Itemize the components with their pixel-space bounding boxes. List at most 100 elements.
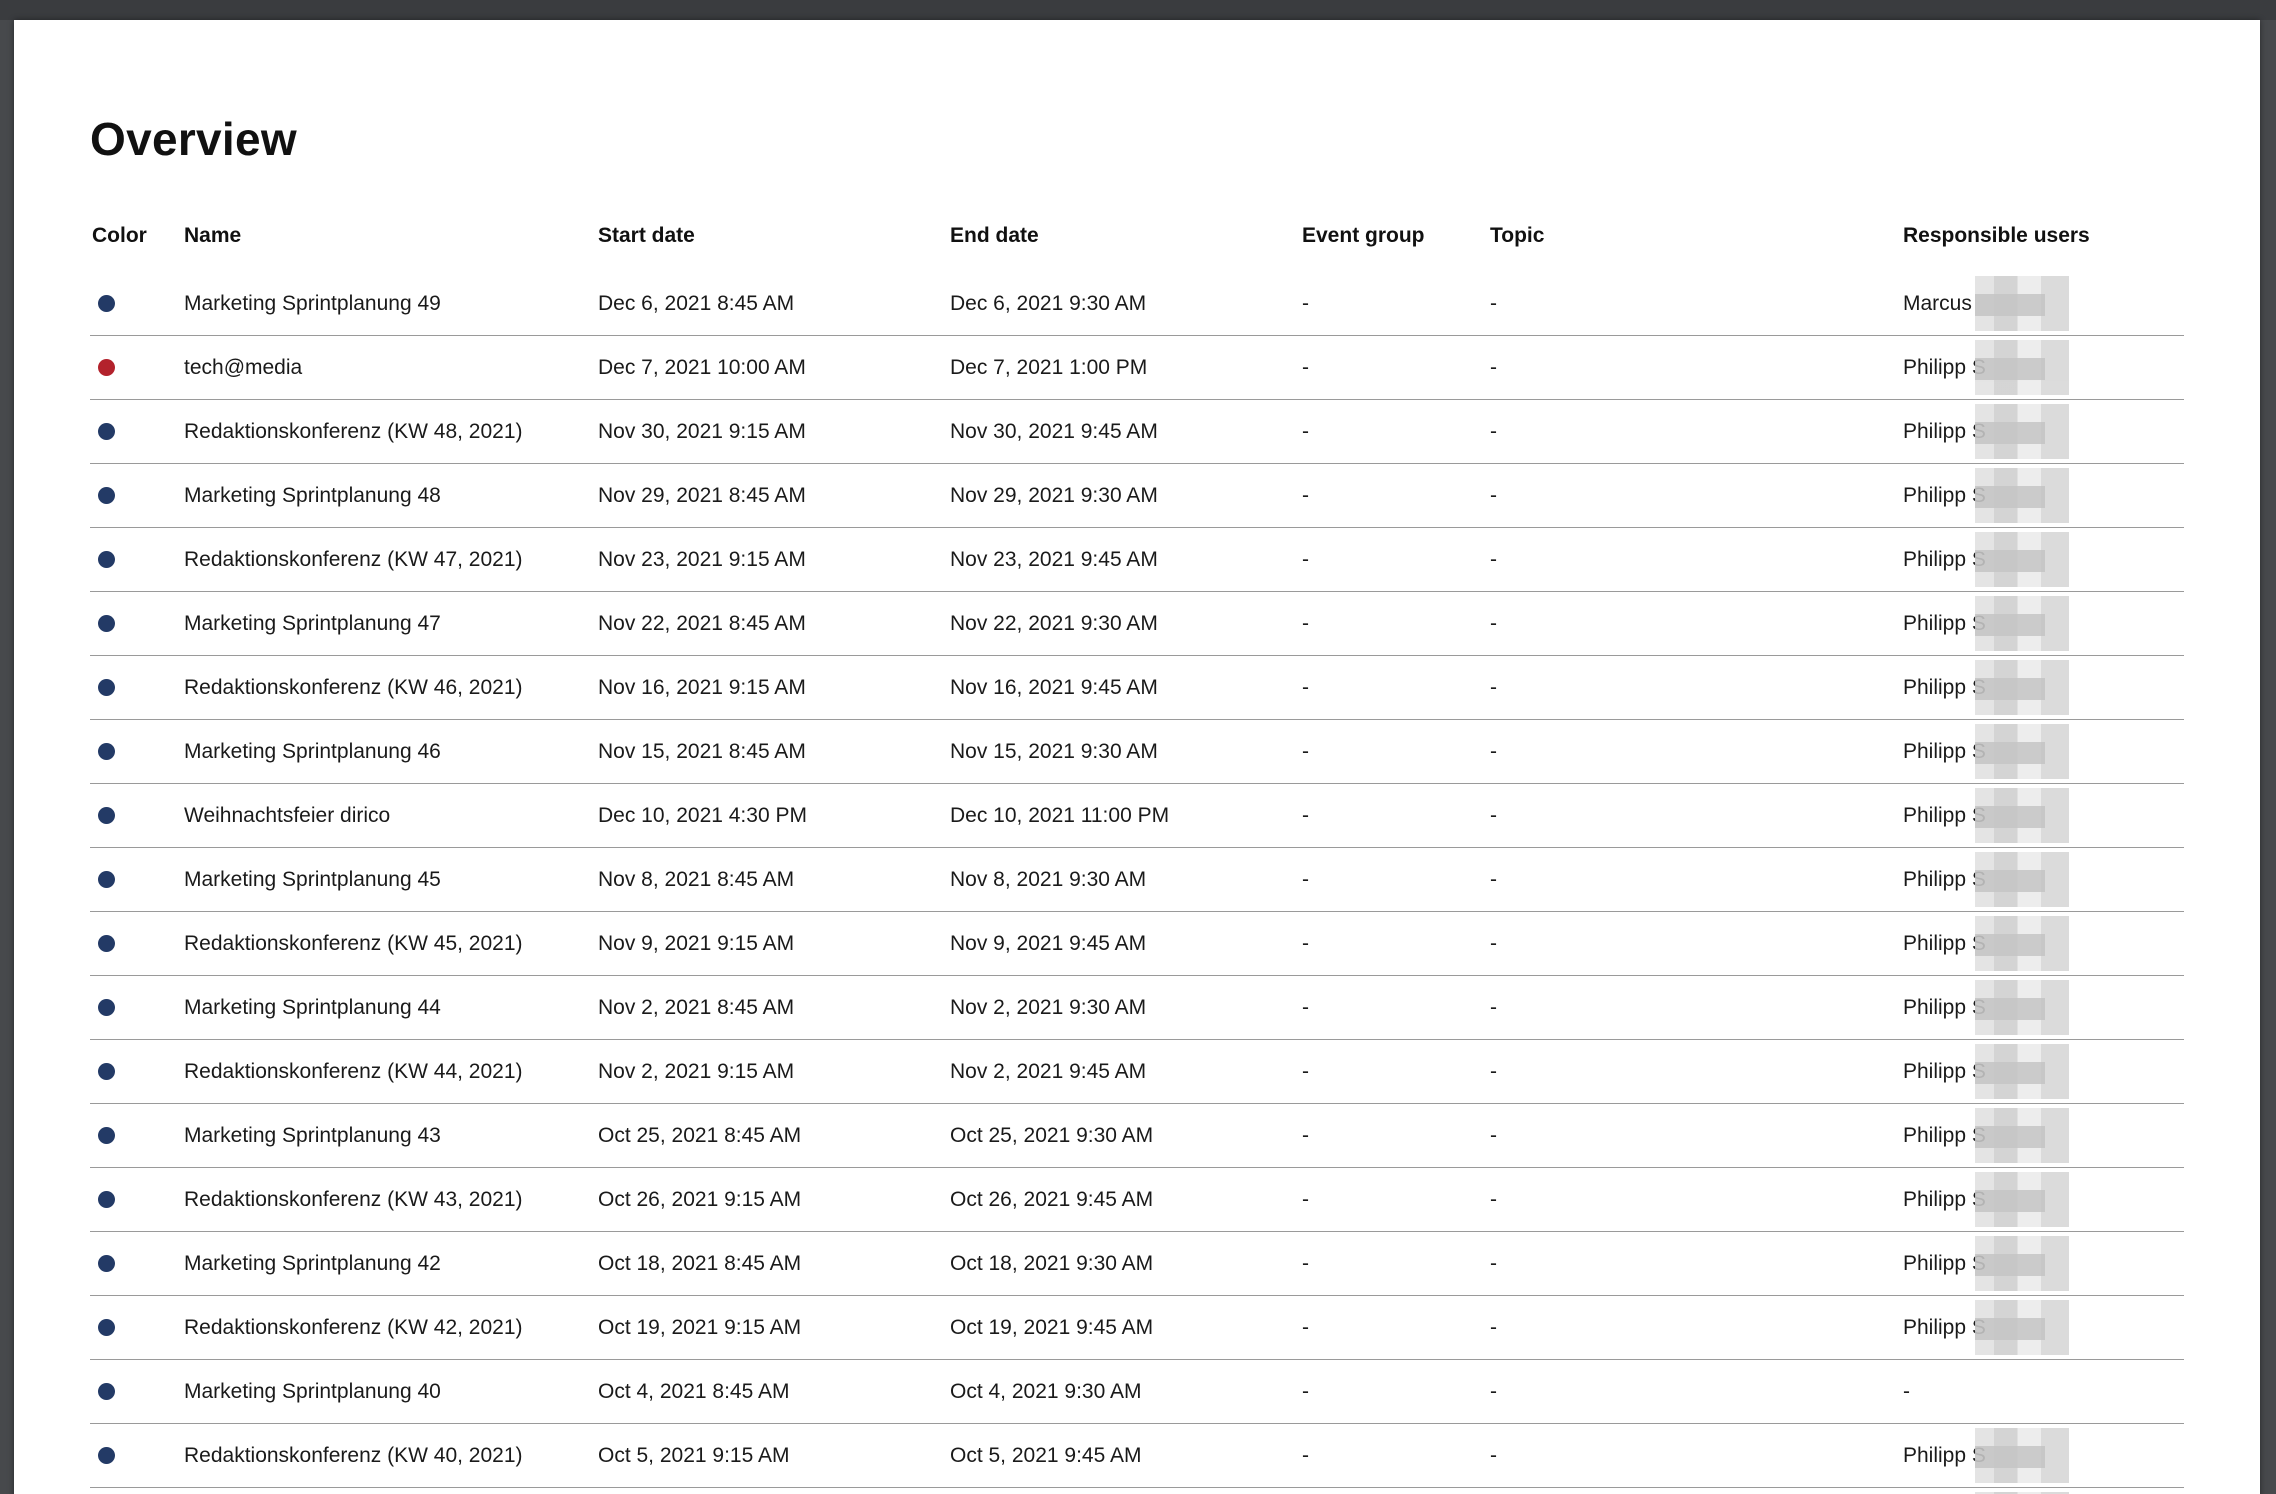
topic-cell: -: [1490, 1231, 1903, 1296]
topic-cell: -: [1490, 847, 1903, 912]
name-cell: Redaktionskonferenz (KW 46, 2021): [184, 655, 598, 720]
end-date-cell: Oct 19, 2021 9:45 AM: [950, 1295, 1302, 1360]
table-row: Marketing Sprintplanung 45 Nov 8, 2021 8:…: [90, 847, 2184, 912]
topic-cell: -: [1490, 975, 1903, 1040]
table-row: Redaktionskonferenz (KW 40, 2021) Oct 5, …: [90, 1423, 2184, 1488]
name-cell: Marketing Sprintplanung 44: [184, 975, 598, 1040]
event-group-cell: -: [1302, 1103, 1490, 1168]
table-row: Marketing Sprintplanung 43 Oct 25, 2021 8…: [90, 1103, 2184, 1168]
color-dot-icon: [98, 999, 115, 1017]
topic-cell: -: [1490, 1487, 1903, 1494]
name-cell: tech@media: [184, 335, 598, 400]
event-group-cell: -: [1302, 1231, 1490, 1296]
user-name: Philipp S: [1903, 739, 1986, 763]
start-date-cell: Oct 18, 2021 8:45 AM: [598, 1231, 950, 1296]
user-name: Philipp S: [1903, 483, 1986, 507]
table-row: Marketing Sprintplanung 38Sep 20, 2021 8…: [90, 1487, 2184, 1494]
name-cell: Marketing Sprintplanung 43: [184, 1103, 598, 1168]
event-group-cell: -: [1302, 527, 1490, 592]
redaction-blur: [1975, 980, 2069, 1035]
name-cell: Redaktionskonferenz (KW 48, 2021): [184, 399, 598, 464]
color-cell: [90, 335, 184, 400]
redaction-blur: [1975, 1300, 2069, 1355]
color-cell: [90, 1423, 184, 1488]
name-cell: Redaktionskonferenz (KW 40, 2021): [184, 1423, 598, 1488]
user-name: Philipp S: [1903, 547, 1986, 571]
topic-cell: -: [1490, 272, 1903, 336]
color-dot-icon: [98, 1383, 115, 1401]
color-dot-icon: [98, 487, 115, 505]
end-date-cell: Dec 10, 2021 11:00 PM: [950, 783, 1302, 848]
event-group-cell: -: [1302, 335, 1490, 400]
start-date-cell: Sep 20, 2021 8:45 AM: [598, 1487, 950, 1494]
color-cell: [90, 783, 184, 848]
end-date-cell: Dec 6, 2021 9:30 AM: [950, 272, 1302, 336]
color-cell: [90, 655, 184, 720]
name-cell: Redaktionskonferenz (KW 44, 2021): [184, 1039, 598, 1104]
user-name: Philipp S: [1903, 1123, 1986, 1147]
event-group-cell: -: [1302, 1359, 1490, 1424]
responsible-users-cell: Philipp S: [1903, 719, 2184, 784]
topic-cell: -: [1490, 1167, 1903, 1232]
color-cell: [90, 1295, 184, 1360]
color-dot-icon: [98, 1447, 115, 1465]
end-date-cell: Nov 30, 2021 9:45 AM: [950, 399, 1302, 464]
color-cell: [90, 1231, 184, 1296]
viewer-toolbar: [0, 0, 2276, 20]
topic-cell: -: [1490, 527, 1903, 592]
topic-cell: -: [1490, 1039, 1903, 1104]
table-row: Marketing Sprintplanung 44 Nov 2, 2021 8:…: [90, 975, 2184, 1040]
end-date-cell: Oct 5, 2021 9:45 AM: [950, 1423, 1302, 1488]
responsible-users-cell: Philipp S: [1903, 1039, 2184, 1104]
redaction-blur: [1975, 724, 2069, 779]
user-name: Marcus: [1903, 291, 1972, 315]
event-group-cell: -: [1302, 975, 1490, 1040]
color-dot-icon: [98, 359, 115, 377]
end-date-cell: Nov 23, 2021 9:45 AM: [950, 527, 1302, 592]
start-date-cell: Nov 16, 2021 9:15 AM: [598, 655, 950, 720]
name-cell: Redaktionskonferenz (KW 42, 2021): [184, 1295, 598, 1360]
responsible-users-cell: -: [1903, 1359, 2184, 1424]
start-date-cell: Oct 19, 2021 9:15 AM: [598, 1295, 950, 1360]
topic-cell: -: [1490, 463, 1903, 528]
responsible-users-cell: Philipp S: [1903, 655, 2184, 720]
table-row: Marketing Sprintplanung 48 Nov 29, 2021 8…: [90, 463, 2184, 528]
responsible-users-cell: Philipp S: [1903, 975, 2184, 1040]
color-dot-icon: [98, 423, 115, 441]
end-date-cell: Oct 26, 2021 9:45 AM: [950, 1167, 1302, 1232]
color-cell: [90, 1359, 184, 1424]
redaction-blur: [1975, 468, 2069, 523]
responsible-users-cell: Marcus: [1903, 272, 2184, 336]
end-date-cell: Nov 8, 2021 9:30 AM: [950, 847, 1302, 912]
event-group-cell: -: [1302, 1167, 1490, 1232]
topic-cell: -: [1490, 399, 1903, 464]
table-row: tech@media Dec 7, 2021 10:00 AM Dec 7, 202…: [90, 335, 2184, 400]
name-cell: Redaktionskonferenz (KW 45, 2021): [184, 911, 598, 976]
color-dot-icon: [98, 1191, 115, 1209]
redaction-blur: [1975, 1044, 2069, 1099]
table-row: Marketing Sprintplanung 42 Oct 18, 2021 8…: [90, 1231, 2184, 1296]
end-date-cell: Nov 29, 2021 9:30 AM: [950, 463, 1302, 528]
column-header-responsible-users: Responsible users: [1903, 224, 2090, 247]
user-name: Philipp S: [1903, 355, 1986, 379]
color-dot-icon: [98, 295, 115, 313]
document-viewer: Overview Color Name Start date End date …: [0, 0, 2276, 1494]
page-title: Overview: [90, 113, 297, 165]
name-cell: Redaktionskonferenz (KW 47, 2021): [184, 527, 598, 592]
start-date-cell: Dec 7, 2021 10:00 AM: [598, 335, 950, 400]
user-name: -: [1903, 1379, 1910, 1403]
responsible-users-cell: Philipp S: [1903, 911, 2184, 976]
color-dot-icon: [98, 615, 115, 633]
event-group-cell: -: [1302, 783, 1490, 848]
responsible-users-cell: Philipp S: [1903, 591, 2184, 656]
name-cell: Marketing Sprintplanung 45: [184, 847, 598, 912]
color-dot-icon: [98, 1127, 115, 1145]
color-dot-icon: [98, 935, 115, 953]
start-date-cell: Dec 10, 2021 4:30 PM: [598, 783, 950, 848]
user-name: Philipp S: [1903, 803, 1986, 827]
redaction-blur: [1975, 788, 2069, 843]
table-header-row: Color Name Start date End date Event gro…: [90, 200, 2184, 272]
user-name: Philipp S: [1903, 1443, 1986, 1467]
redaction-blur: [1975, 596, 2069, 651]
user-name: Philipp S: [1903, 419, 1986, 443]
